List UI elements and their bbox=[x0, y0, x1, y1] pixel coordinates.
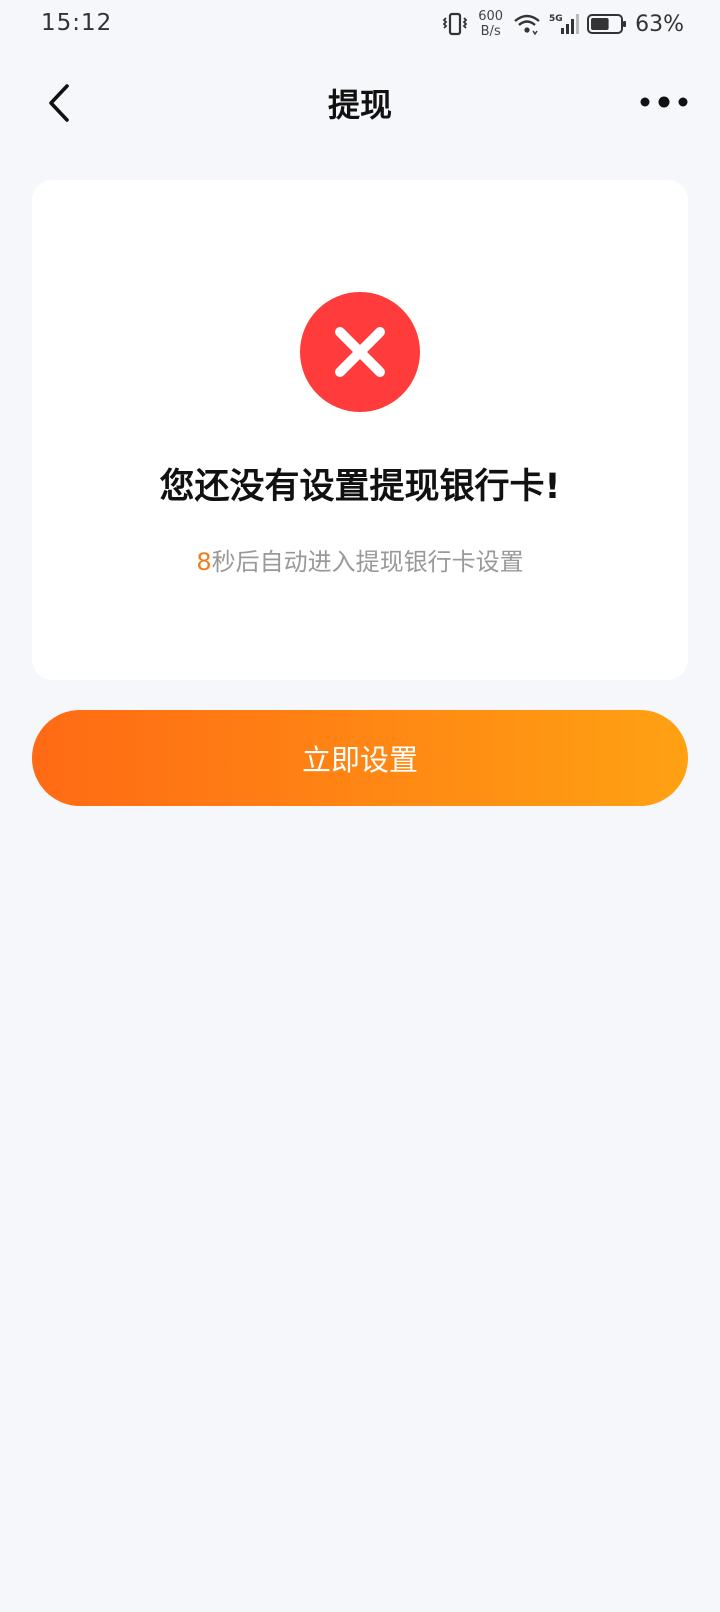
net-speed-unit: B/s bbox=[480, 24, 501, 39]
card-title: 您还没有设置提现银行卡! bbox=[159, 467, 561, 507]
battery-icon bbox=[587, 12, 627, 36]
nav-bar: 提现 bbox=[0, 62, 720, 142]
page-title: 提现 bbox=[327, 86, 392, 124]
status-bar: 15:12 600 B/s 5G 63% bbox=[0, 0, 720, 48]
battery-percent: 63% bbox=[635, 11, 684, 37]
countdown-text: 秒后自动进入提现银行卡设置 bbox=[211, 548, 524, 576]
setup-now-button[interactable]: 立即设置 bbox=[32, 710, 688, 806]
wifi-icon bbox=[513, 12, 541, 36]
countdown-message: 8秒后自动进入提现银行卡设置 bbox=[32, 542, 688, 577]
countdown-seconds: 8 bbox=[196, 548, 212, 576]
network-type-label: 5G bbox=[549, 14, 563, 24]
signal-5g-icon: 5G bbox=[549, 12, 580, 36]
status-time: 15:12 bbox=[41, 10, 113, 36]
more-button[interactable] bbox=[640, 92, 688, 112]
more-dots-icon bbox=[640, 96, 688, 108]
vibrate-icon bbox=[442, 12, 468, 36]
net-speed-value: 600 bbox=[478, 9, 504, 24]
error-x-icon bbox=[300, 292, 420, 412]
net-speed: 600 B/s bbox=[478, 9, 503, 39]
result-card: 您还没有设置提现银行卡! 8秒后自动进入提现银行卡设置 bbox=[32, 180, 688, 680]
status-icons: 600 B/s 5G 63% bbox=[442, 6, 684, 42]
